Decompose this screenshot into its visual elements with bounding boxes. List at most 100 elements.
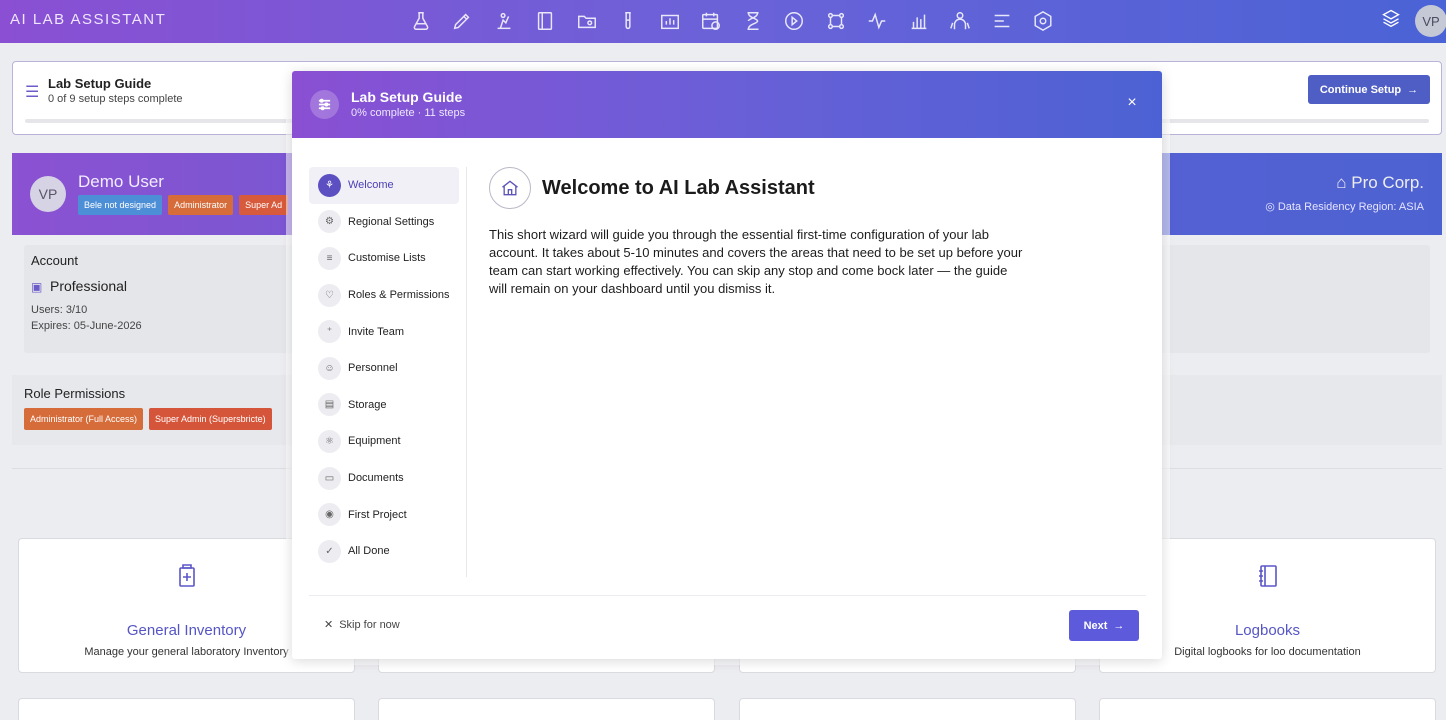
flask-icon[interactable] [400, 4, 442, 38]
bar-chart-icon[interactable] [898, 4, 940, 38]
step-equipment[interactable]: ⚛ Equipment [309, 423, 459, 460]
gear-icon: ⚙ [318, 210, 341, 234]
layers-icon[interactable] [1381, 8, 1405, 32]
step-label: All Done [348, 545, 390, 558]
module-card[interactable] [18, 698, 355, 720]
profile-badges: Bele not designed Administrator Super Ad [78, 195, 289, 215]
logbook-icon [1253, 561, 1283, 591]
settings-hexagon-icon[interactable] [1023, 4, 1065, 38]
organization-name-text: Pro Corp. [1351, 173, 1424, 192]
setup-guide-title: Lab Setup Guide [48, 76, 152, 91]
module-card[interactable] [1099, 698, 1436, 720]
check-circle-icon: ✓ [318, 539, 341, 563]
profile-name: Demo User [78, 172, 164, 191]
list-icon: ☰ [25, 84, 40, 101]
step-label: Welcome [348, 179, 394, 192]
briefcase-icon: ▣ [31, 280, 43, 294]
top-navbar: AI LAB ASSISTANT VP [0, 0, 1446, 43]
x-icon: ✕ [324, 619, 334, 631]
step-customise-lists[interactable]: ≡ Customise Lists [309, 240, 459, 277]
step-welcome[interactable]: ⚘ Welcome [309, 167, 459, 204]
steps-divider [466, 167, 467, 577]
role-badge: Administrator [168, 195, 234, 215]
setup-guide-progress: 0 of 9 setup steps complete [48, 93, 183, 105]
step-storage[interactable]: ▤ Storage [309, 387, 459, 424]
arrow-right-icon: → [1113, 619, 1125, 632]
role-permission-badge: Super Admin (Supersbricte) [149, 408, 272, 430]
module-card[interactable] [378, 698, 715, 720]
step-all-done[interactable]: ✓ All Done [309, 533, 459, 570]
step-label: First Project [348, 508, 407, 521]
menu-icon[interactable] [981, 4, 1023, 38]
eye-icon: ◉ [318, 503, 341, 527]
calendar-clock-icon[interactable] [691, 4, 733, 38]
role-badge: Super Ad [239, 195, 289, 215]
continue-setup-button[interactable]: Continue Setup → [1308, 75, 1430, 104]
folder-open-icon: ▭ [318, 466, 341, 490]
step-label: Customise Lists [348, 252, 426, 265]
profile-avatar: VP [30, 176, 66, 212]
modal-header: Lab Setup Guide 0% complete · 11 steps × [292, 71, 1162, 138]
globe-icon: ◎ [1265, 201, 1278, 213]
role-permissions-label: Role Permissions [24, 386, 126, 401]
step-label: Invite Team [348, 325, 405, 338]
sliders-icon [310, 90, 339, 119]
skip-button[interactable]: ✕ Skip for now [324, 618, 400, 632]
role-permission-badge: Administrator (Full Access) [24, 408, 144, 430]
pen-icon[interactable] [442, 4, 484, 38]
step-label: Roles & Permissions [348, 289, 450, 302]
step-label: Documents [348, 472, 404, 485]
step-regional-settings[interactable]: ⚙ Regional Settings [309, 204, 459, 241]
data-residency-text: Data Residency Region: ASIA [1277, 201, 1424, 213]
next-label: Next [1083, 619, 1108, 632]
step-label: Equipment [348, 435, 401, 448]
hourglass-icon[interactable] [732, 4, 774, 38]
shield-icon: ♡ [318, 283, 341, 307]
inventory-icon [172, 561, 202, 591]
users-count: Users: 3/10 [31, 304, 88, 316]
step-invite-team[interactable]: ⁺ Invite Team [309, 313, 459, 350]
team-icon[interactable] [940, 4, 982, 38]
status-badge: Bele not designed [78, 195, 163, 215]
expiry-date: Expires: 05-June-2026 [31, 320, 142, 332]
home-icon [489, 167, 531, 209]
activity-icon[interactable] [857, 4, 899, 38]
role-permission-badges: Administrator (Full Access) Super Admin … [24, 408, 272, 430]
modal-title: Lab Setup Guide [351, 89, 463, 105]
step-label: Storage [348, 398, 387, 411]
test-tube-icon[interactable] [608, 4, 650, 38]
close-icon[interactable]: × [1122, 93, 1142, 113]
modal-progress: 0% complete · 11 steps [351, 107, 466, 119]
arrow-right-icon: → [1407, 83, 1419, 96]
module-card[interactable] [739, 698, 1076, 720]
play-circle-icon[interactable] [774, 4, 816, 38]
data-residency: ◎ Data Residency Region: ASIA [1265, 200, 1424, 213]
steps-list: ⚘ Welcome ⚙ Regional Settings ≡ Customise Lis… [309, 167, 459, 570]
app-logo[interactable]: AI LAB ASSISTANT [10, 11, 166, 28]
people-icon: ☺ [318, 356, 341, 380]
next-button[interactable]: Next → [1069, 610, 1139, 641]
sliders-icon: ≡ [318, 246, 341, 270]
building-icon: ⌂ [1336, 173, 1352, 192]
folder-icon[interactable] [566, 4, 608, 38]
rocket-icon: ⚘ [318, 173, 341, 197]
notebook-icon[interactable] [525, 4, 567, 38]
nav-icon-bar [400, 4, 1064, 38]
plan-name: Professional [50, 278, 128, 294]
step-documents[interactable]: ▭ Documents [309, 460, 459, 497]
chart-box-icon[interactable] [649, 4, 691, 38]
step-label: Personnel [348, 362, 398, 375]
user-avatar[interactable]: VP [1415, 5, 1446, 37]
account-label: Account [31, 253, 78, 268]
step-roles-permissions[interactable]: ♡ Roles & Permissions [309, 277, 459, 314]
footer-divider [309, 595, 1146, 596]
step-first-project[interactable]: ◉ First Project [309, 496, 459, 533]
step-personnel[interactable]: ☺ Personnel [309, 350, 459, 387]
step-title: Welcome to AI Lab Assistant [542, 177, 815, 199]
skip-label: Skip for now [339, 618, 400, 631]
beaker-icon[interactable] [483, 4, 525, 38]
organization-name: ⌂ Pro Corp. [1336, 173, 1424, 193]
workflow-icon[interactable] [815, 4, 857, 38]
database-icon: ▤ [318, 393, 341, 417]
user-plus-icon: ⁺ [318, 320, 341, 344]
